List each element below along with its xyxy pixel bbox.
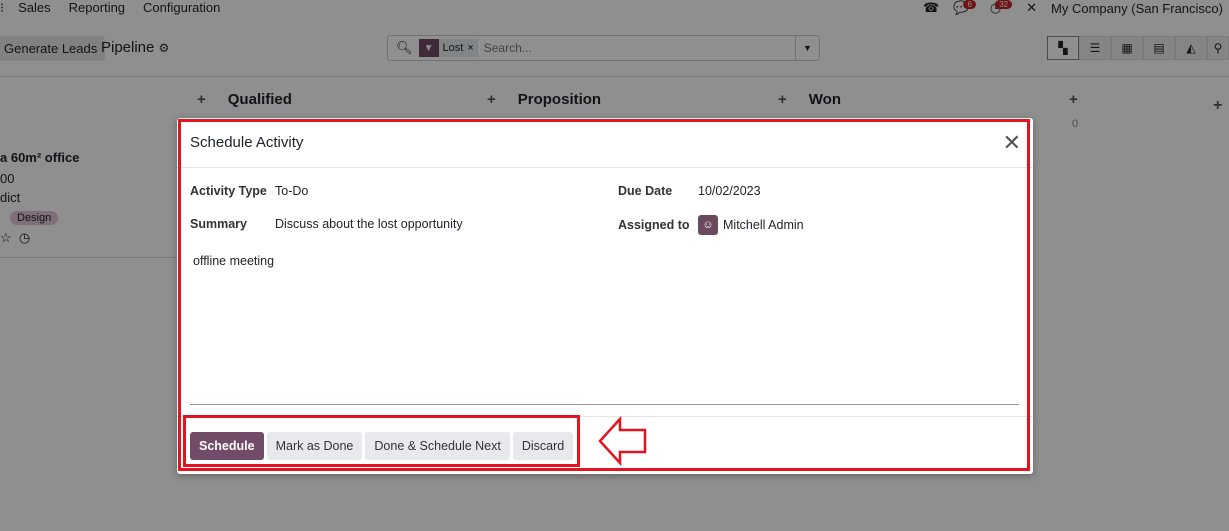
assigned-to-field[interactable]: Mitchell Admin <box>723 218 804 232</box>
activity-type-label: Activity Type <box>190 184 267 198</box>
assigned-to-label: Assigned to <box>618 218 690 232</box>
mark-as-done-button[interactable]: Mark as Done <box>266 432 363 460</box>
done-schedule-next-button[interactable]: Done & Schedule Next <box>365 432 510 460</box>
summary-field[interactable]: Discuss about the lost opportunity <box>275 217 463 231</box>
note-divider <box>190 404 1019 405</box>
note-editor[interactable]: offline meeting <box>193 254 274 268</box>
due-date-label: Due Date <box>618 184 673 198</box>
schedule-button[interactable]: Schedule <box>190 432 264 460</box>
due-date-field[interactable]: 10/02/2023 <box>698 184 761 198</box>
arrow-left-icon <box>598 416 647 466</box>
discard-button[interactable]: Discard <box>512 432 574 460</box>
activity-type-field[interactable]: To-Do <box>275 184 308 198</box>
summary-label: Summary <box>190 217 247 231</box>
close-icon[interactable]: ✕ <box>1003 132 1021 154</box>
dialog-title: Schedule Activity <box>190 134 304 151</box>
avatar: ☺ <box>698 215 718 235</box>
